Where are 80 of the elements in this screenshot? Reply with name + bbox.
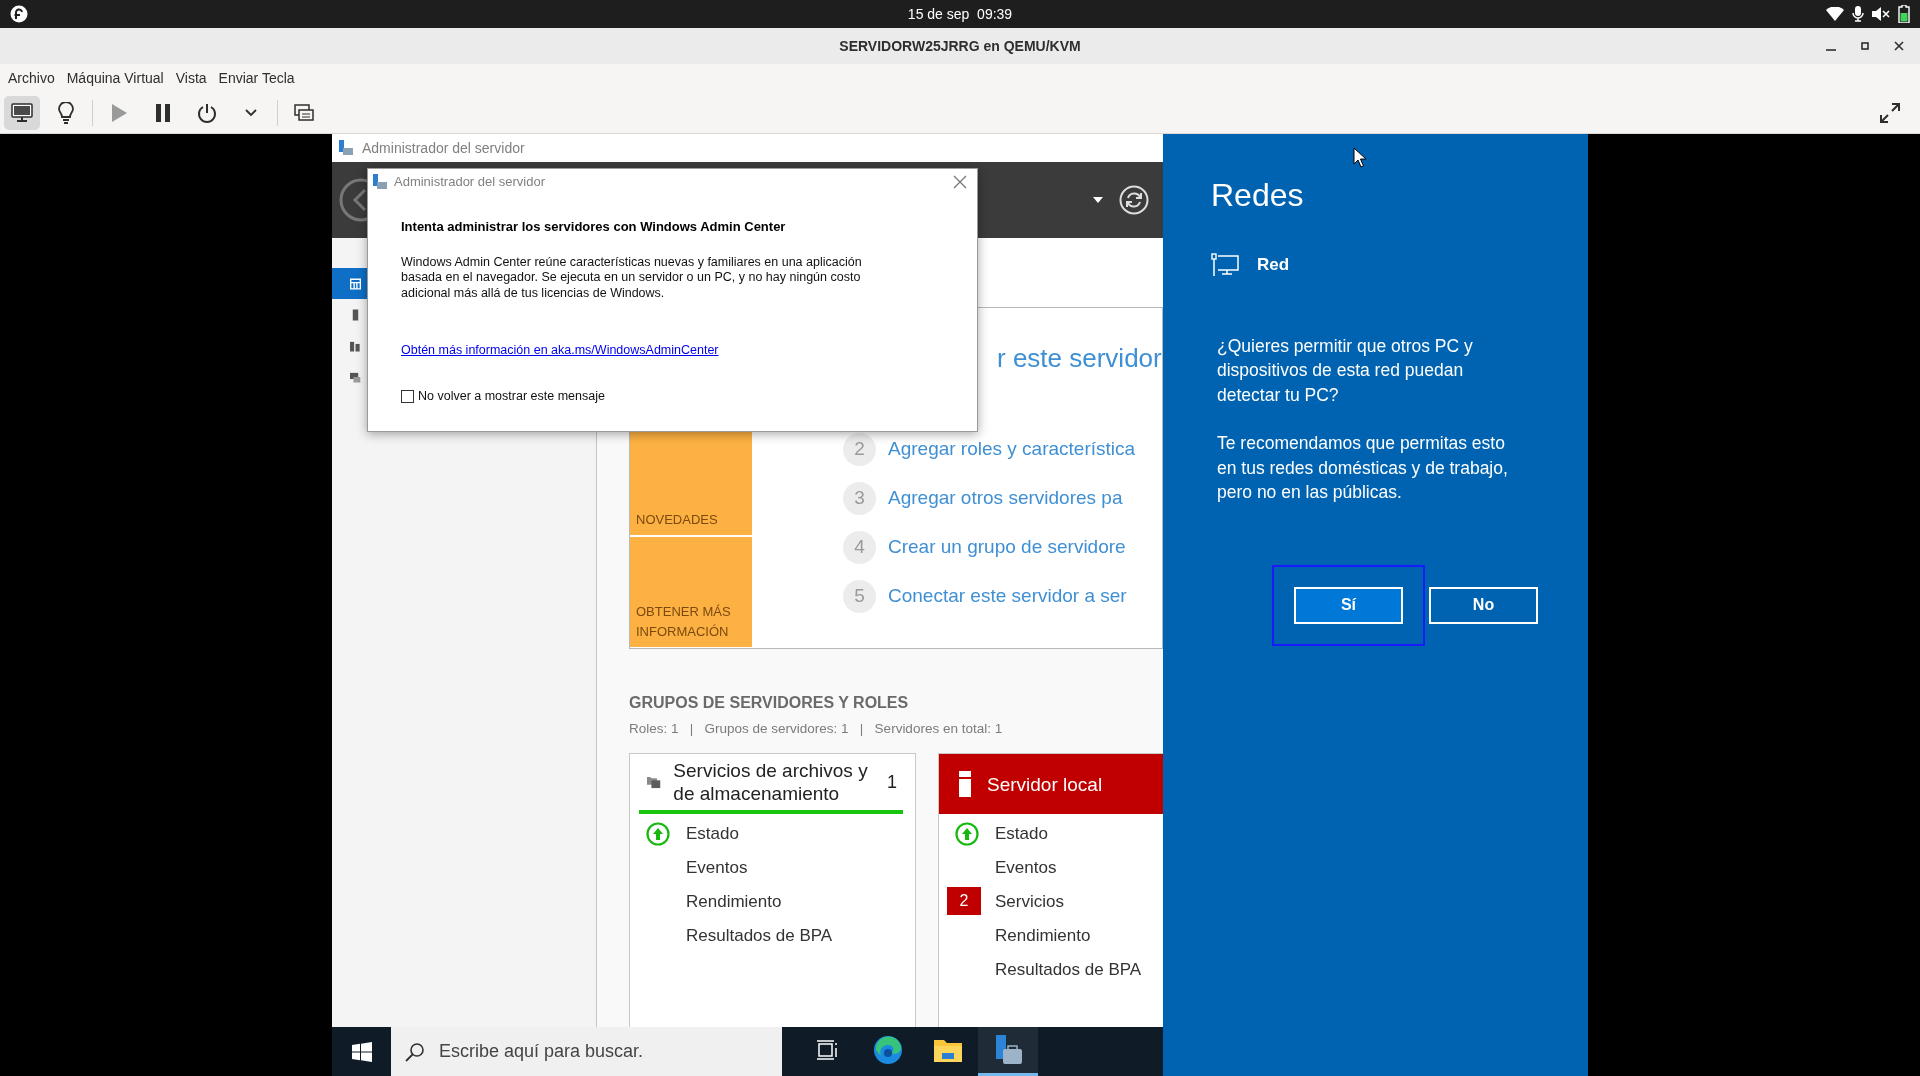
server-manager-icon — [372, 174, 388, 190]
wifi-icon[interactable] — [1826, 7, 1844, 21]
task-view-icon — [817, 1040, 839, 1060]
muted-speaker-icon[interactable] — [1872, 7, 1890, 21]
expand-icon — [1879, 101, 1901, 124]
network-name: Red — [1257, 254, 1290, 276]
dialog-heading: Intenta administrar los servidores con Windows Admin Center — [401, 218, 787, 236]
checkbox-label[interactable]: No volver a mostrar este mensaje — [418, 387, 605, 406]
tile-count: 1 — [887, 770, 897, 794]
tile-link[interactable]: Servicios — [995, 888, 1064, 914]
play-icon — [110, 102, 128, 123]
folder-icon — [934, 1038, 962, 1062]
taskbar-button[interactable] — [978, 1027, 1038, 1076]
info-link[interactable]: Obtén más información en aka.ms/WindowsAdminCenter — [401, 341, 719, 360]
menu-item[interactable]: Archivo — [2, 63, 61, 93]
tile-link[interactable]: Eventos — [995, 854, 1057, 880]
server-manager-icon — [338, 140, 354, 156]
windows-logo-icon — [351, 1041, 372, 1062]
mouse-cursor-icon — [1353, 147, 1367, 169]
caret-icon — [245, 108, 257, 117]
summary-text: Roles: 1 | Grupos de servidores: 1 | Servidores en total: 1 — [629, 720, 1003, 738]
dialog-button[interactable]: Sí — [1294, 586, 1403, 624]
pause-icon — [155, 102, 171, 123]
tile-link[interactable]: Estado — [686, 820, 739, 846]
step-link[interactable]: Conectar este servidor a ser — [888, 582, 1127, 611]
server-icon — [959, 771, 971, 798]
alert-count: 2 — [947, 887, 981, 916]
tile-link[interactable]: Rendimiento — [686, 888, 782, 914]
checkbox[interactable] — [401, 389, 414, 403]
step-link[interactable]: Agregar roles y característica — [888, 435, 1136, 464]
menu-item[interactable]: Máquina Virtual — [60, 63, 170, 93]
fedora-logo-icon[interactable] — [10, 5, 28, 23]
dropdown-caret-icon[interactable] — [1093, 197, 1103, 203]
window-title: SERVIDORW25JRRG en QEMU/KVM — [839, 36, 1081, 56]
role-tile[interactable]: Servicios de archivos y de almacenamiento 1 Estado Eventos Rendimiento Resultados de BPA — [629, 753, 916, 1027]
dialog-button[interactable]: No — [1429, 586, 1538, 624]
tile-link[interactable]: Eventos — [686, 854, 748, 880]
dialog-text: Windows Admin Center reúne características nuevas y familiares en una aplicación basada en el navegador. Se ejecuta en un servidor o un PC, y no hay ningún costo adicional más allá de tus licencias de Windows. — [401, 254, 863, 301]
step-link[interactable]: Agregar otros servidores pa — [888, 484, 1123, 513]
step-link[interactable]: Crear un grupo de servidore — [888, 533, 1126, 562]
nav-item[interactable] — [332, 268, 367, 299]
role-tile[interactable]: Servidor local Estado Eventos 2 Servicios Rendimiento Resultados de BPA — [938, 753, 1163, 1027]
menu-item[interactable]: Vista — [169, 63, 213, 93]
step-number: 5 — [843, 580, 876, 613]
refresh-icon[interactable] — [1119, 185, 1149, 215]
network-computer-icon — [1211, 252, 1239, 277]
panel-title: Redes — [1211, 176, 1305, 215]
advice-text: Te recomendamos que permitas esto en tus redes domésticas y de trabajo, pero no en las públicas. — [1217, 432, 1509, 504]
lightbulb-icon — [58, 101, 74, 124]
section-title: GRUPOS DE SERVIDORES Y ROLES — [629, 693, 910, 713]
battery-icon[interactable] — [1898, 5, 1910, 23]
toolbar-button[interactable] — [4, 95, 40, 130]
server-toolbox-icon — [993, 1035, 1023, 1065]
close-icon — [1894, 41, 1904, 51]
tile-title[interactable]: Servicios de archivos y de almacenamiento — [673, 759, 875, 806]
browser-icon — [873, 1035, 903, 1065]
window-title: Administrador del servidor — [362, 138, 525, 158]
clock[interactable]: 15 de sep 09:39 — [907, 3, 1013, 25]
search-field[interactable]: Escribe aquí para buscar. — [391, 1027, 782, 1076]
search-placeholder: Escribe aquí para buscar. — [439, 1040, 644, 1063]
step-number: 4 — [843, 531, 876, 564]
screens-icon — [294, 103, 314, 122]
microphone-icon[interactable] — [1852, 6, 1864, 22]
maximize-icon — [1860, 41, 1870, 51]
tile-link[interactable]: Estado — [995, 820, 1048, 846]
tile-link[interactable]: Resultados de BPA — [686, 922, 833, 948]
step-number: 2 — [843, 433, 876, 466]
menu-item[interactable]: Enviar Tecla — [212, 63, 301, 93]
up-arrow-status-icon — [955, 822, 979, 847]
dialog-title: Administrador del servidor — [394, 173, 545, 192]
search-icon — [405, 1041, 425, 1062]
welcome-tile[interactable]: OBTENER MÁS INFORMACIÓN — [630, 537, 752, 647]
question-text: ¿Quieres permitir que otros PC y dispositivos de esta red puedan detectar tu PC? — [1217, 334, 1474, 407]
up-arrow-status-icon — [646, 822, 670, 847]
minimize-icon — [1826, 49, 1836, 51]
step-number: 3 — [843, 482, 876, 515]
power-icon — [197, 102, 217, 123]
tile-link[interactable]: Resultados de BPA — [995, 956, 1142, 982]
monitor-icon — [11, 102, 33, 123]
tile-link[interactable]: Rendimiento — [995, 922, 1091, 948]
